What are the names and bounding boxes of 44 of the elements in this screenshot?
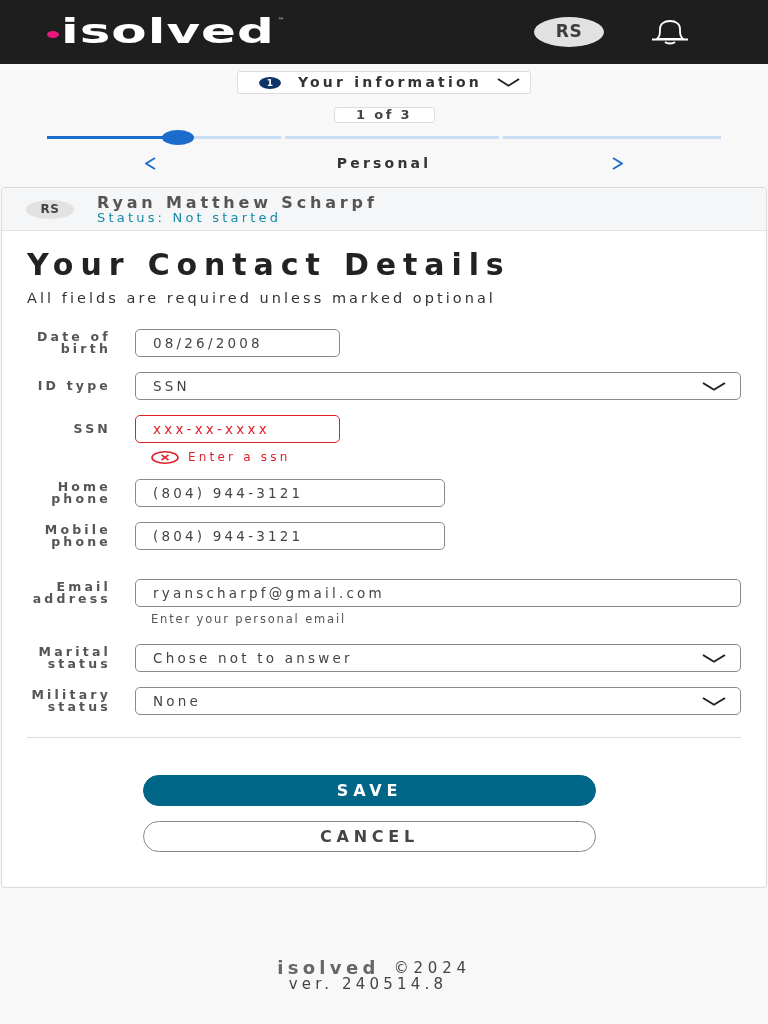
notification-bell-icon[interactable] bbox=[650, 19, 690, 45]
step-counter: 1 of 3 bbox=[333, 107, 435, 123]
chevron-left-icon[interactable] bbox=[145, 157, 156, 170]
dropdown[interactable]: Chose not to answer bbox=[135, 644, 741, 672]
chevron-down-icon bbox=[497, 78, 520, 87]
field-label: Military status bbox=[30, 689, 111, 713]
field-label: ID type bbox=[36, 380, 111, 392]
logo: isolved bbox=[61, 15, 275, 49]
date-input[interactable]: 08/26/2008 bbox=[135, 329, 340, 357]
copyright: ©2024 bbox=[393, 960, 471, 976]
chevron-right-icon[interactable] bbox=[612, 157, 623, 170]
error-icon bbox=[151, 450, 179, 464]
phone-input[interactable]: (804) 944-3121 bbox=[135, 522, 445, 550]
help-text: Enter your personal email bbox=[151, 612, 348, 626]
error-message: Enter a ssn bbox=[188, 449, 291, 466]
step-selector[interactable]: 1 Your information bbox=[237, 71, 531, 94]
field-label: SSN bbox=[72, 423, 111, 435]
profile-avatar: RS bbox=[26, 199, 74, 219]
field-label: Date of birth bbox=[35, 331, 111, 355]
progress-thumb[interactable] bbox=[162, 130, 195, 145]
chevron-down-icon bbox=[702, 653, 726, 663]
chevron-down-icon bbox=[702, 696, 726, 706]
email-input[interactable]: ryanscharpf@gmail.com bbox=[135, 579, 741, 607]
user-avatar[interactable]: RS bbox=[534, 17, 604, 47]
field-label: Mobile phone bbox=[43, 524, 111, 548]
dropdown[interactable]: None bbox=[135, 687, 741, 715]
profile-name: Ryan Matthew Scharpf bbox=[97, 194, 378, 211]
save-button[interactable]: SAVE bbox=[143, 775, 596, 806]
form-subtitle: All fields are required unless marked optional bbox=[27, 290, 497, 306]
phone-input[interactable]: (804) 944-3121 bbox=[135, 479, 445, 507]
cancel-button[interactable]: CANCEL bbox=[143, 821, 596, 852]
profile-status: Status: Not started bbox=[97, 210, 282, 224]
field-label: Email address bbox=[31, 581, 111, 605]
field-label: Home phone bbox=[50, 481, 111, 505]
footer-logo: isolved bbox=[277, 960, 380, 976]
dropdown[interactable]: SSN bbox=[135, 372, 741, 400]
chevron-down-icon bbox=[702, 381, 726, 391]
field-label: Marital status bbox=[37, 646, 111, 670]
logo-dot-icon bbox=[47, 30, 59, 38]
id-number-input[interactable]: xxx-xx-xxxx bbox=[135, 415, 340, 443]
form-title: Your Contact Details bbox=[27, 249, 512, 281]
step-title: Personal bbox=[336, 154, 432, 173]
step-number: 1 bbox=[259, 76, 281, 89]
version: ver. 240514.8 bbox=[288, 976, 448, 992]
